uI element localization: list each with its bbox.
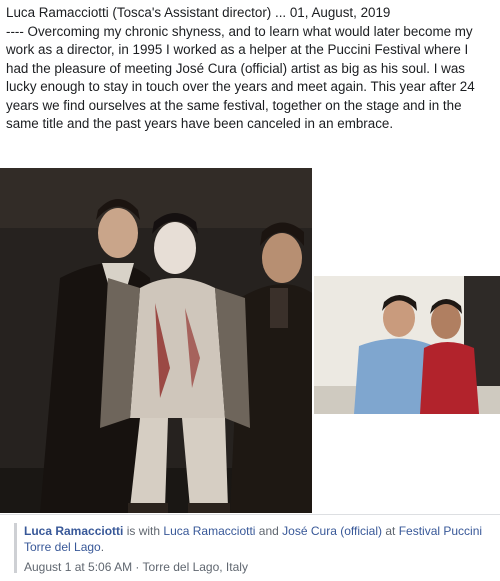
tagging-line: Luca Ramacciotti is with Luca Ramacciott… xyxy=(24,523,494,555)
tagged-person-2-link[interactable]: José Cura (official) xyxy=(282,524,382,538)
post-timestamp-link[interactable]: August 1 at 5:06 AM xyxy=(24,560,132,574)
period-text: . xyxy=(100,540,105,554)
tagged-person-1-link[interactable]: Luca Ramacciotti xyxy=(163,524,255,538)
tag-box-accent-bar xyxy=(14,523,17,573)
and-text: and xyxy=(258,524,279,538)
post-body: ---- Overcoming my chronic shyness, and … xyxy=(6,23,475,132)
post-header: Luca Ramacciotti (Tosca's Assistant dire… xyxy=(6,5,391,20)
tag-box: Luca Ramacciotti is with Luca Ramacciott… xyxy=(0,514,500,581)
is-with-text: is with xyxy=(126,524,161,538)
photo-grid xyxy=(0,168,500,513)
photo-two-men-art xyxy=(314,276,500,414)
photo-two-men[interactable] xyxy=(314,276,500,414)
at-text: at xyxy=(385,524,396,538)
meta-separator: · xyxy=(135,560,140,574)
post-location-link[interactable]: Torre del Lago, Italy xyxy=(143,560,248,574)
photo-stage-art xyxy=(0,168,312,513)
author-link[interactable]: Luca Ramacciotti xyxy=(24,524,123,538)
post-meta: August 1 at 5:06 AM · Torre del Lago, It… xyxy=(24,559,248,575)
post-text: Luca Ramacciotti (Tosca's Assistant dire… xyxy=(6,4,494,134)
photo-stage-costumes[interactable] xyxy=(0,168,312,513)
